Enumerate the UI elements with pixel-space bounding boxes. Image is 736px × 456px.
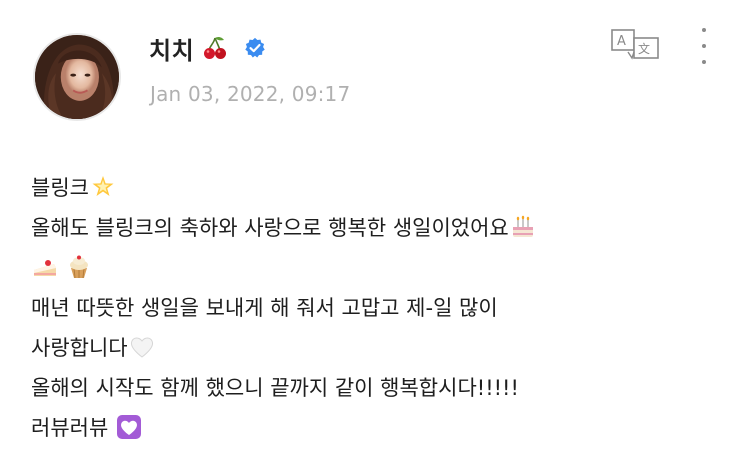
verified-badge-icon [244, 37, 266, 59]
post-line: 매년 따뜻한 생일을 보내게 해 줘서 고맙고 제-일 많이 [31, 288, 711, 328]
post-timestamp: Jan 03, 2022, 09:17 [150, 82, 351, 106]
more-dot [702, 44, 706, 48]
cupcake-icon [69, 255, 88, 279]
post-line: 올해도 블링크의 축하와 사랑으로 행복한 생일이었어요 [31, 208, 711, 248]
post-line-text: 올해의 시작도 함께 했으니 끝까지 같이 행복합시다!!!!! [31, 376, 519, 400]
post-line-text: 사랑합니다 [31, 336, 128, 360]
glowing-star-icon [92, 176, 114, 196]
avatar[interactable] [33, 33, 121, 121]
translate-icon: A 文 [611, 29, 659, 60]
post-line: 블링크 [31, 168, 711, 208]
shortcake-icon [34, 260, 56, 276]
svg-text:A: A [617, 34, 626, 49]
svg-text:文: 文 [638, 41, 650, 56]
post-line-text: 블링크 [31, 176, 89, 200]
post-line: 올해의 시작도 함께 했으니 끝까지 같이 행복합시다!!!!! [31, 368, 711, 408]
post-line-text: 러뷰러뷰 [31, 416, 109, 440]
more-vertical-icon [702, 28, 706, 32]
post-card: 치치 Jan 03, 2022, 09:17 A 文 블링크 올해도 블링크의 … [0, 0, 736, 456]
more-options-button[interactable] [692, 26, 716, 66]
post-line: 러뷰러뷰 [31, 408, 711, 448]
avatar-photo [35, 35, 119, 119]
post-line-text: 올해도 블링크의 축하와 사랑으로 행복한 생일이었어요 [31, 216, 509, 240]
white-heart-icon [130, 337, 153, 358]
post-line: 사랑합니다 [31, 328, 711, 368]
post-line-text: 매년 따뜻한 생일을 보내게 해 줘서 고맙고 제-일 많이 [31, 296, 498, 320]
post-body: 블링크 올해도 블링크의 축하와 사랑으로 행복한 생일이었어요 매년 따뜻한 … [31, 168, 711, 448]
translate-button[interactable]: A 文 [610, 28, 660, 60]
more-dot [702, 60, 706, 64]
author-row: 치치 [149, 30, 266, 66]
author-name[interactable]: 치치 [149, 31, 194, 66]
post-line [31, 248, 711, 288]
cherry-icon [202, 35, 228, 61]
birthday-cake-icon [512, 215, 533, 237]
heart-with-ribbon-icon [116, 415, 141, 439]
